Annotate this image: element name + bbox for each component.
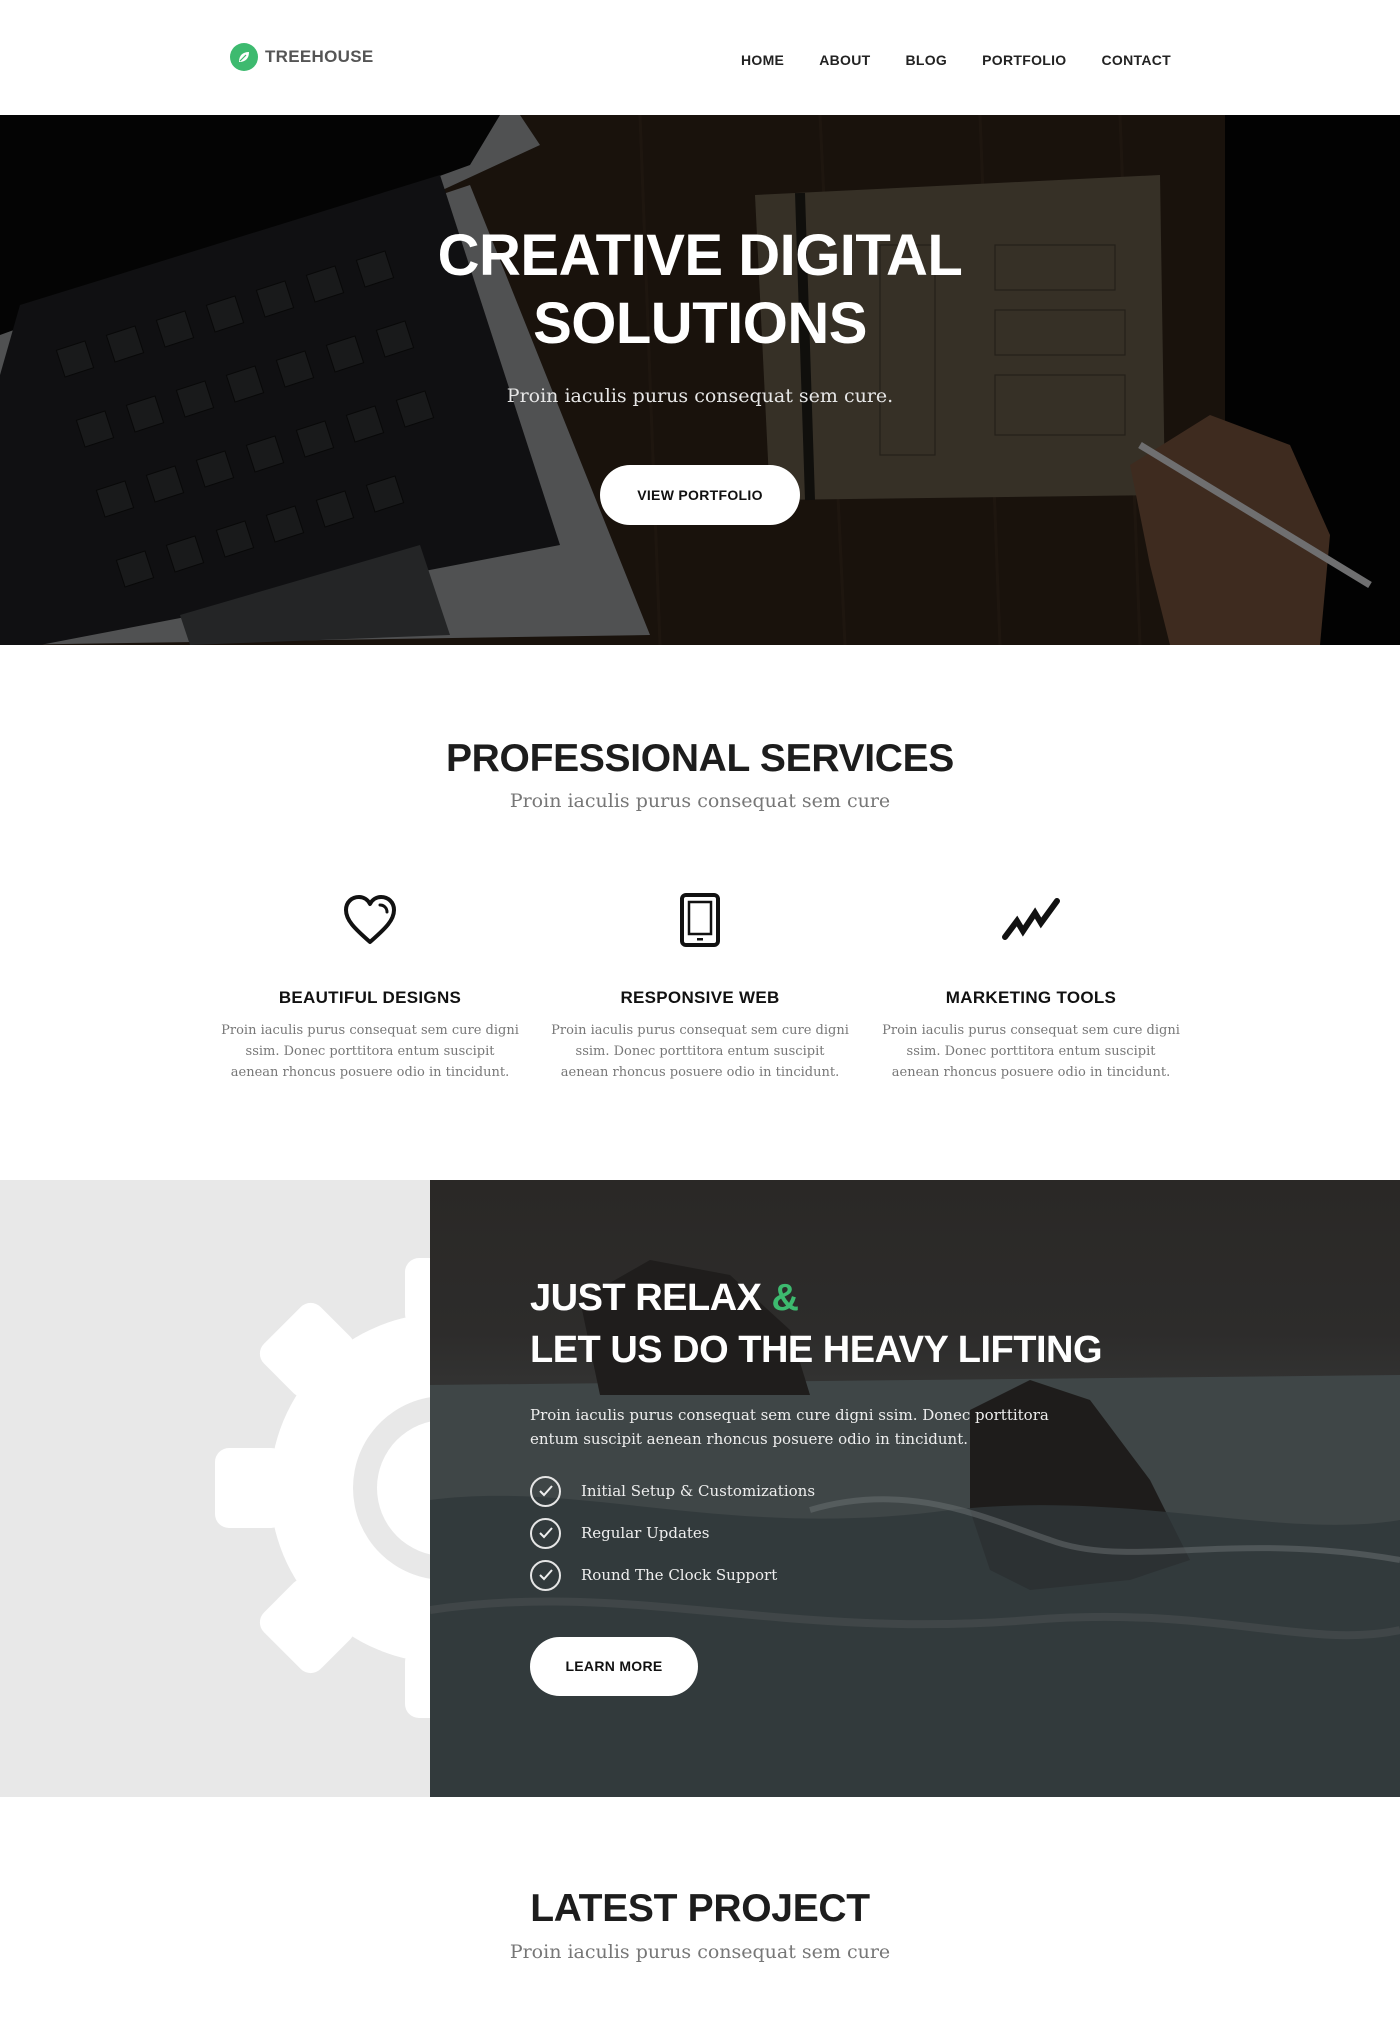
nav-contact[interactable]: CONTACT: [1102, 52, 1172, 68]
hero-subtitle: Proin iaculis purus consequat sem cure.: [506, 385, 894, 407]
check-icon: [530, 1559, 561, 1591]
checklist-item: Regular Updates: [530, 1512, 815, 1554]
latest-project-title: LATEST PROJECT: [530, 1887, 870, 1930]
hero-section: CREATIVE DIGITAL SOLUTIONS Proin iaculis…: [0, 115, 1400, 645]
relax-title-line1: JUST RELAX: [530, 1277, 762, 1319]
brand-name: TREEHOUSE: [265, 47, 374, 66]
checklist-label: Round The Clock Support: [581, 1566, 778, 1584]
service-text: Proin iaculis purus consequat sem cure d…: [882, 1023, 1180, 1080]
checklist-label: Initial Setup & Customizations: [581, 1482, 816, 1500]
check-icon: [530, 1475, 561, 1507]
relax-title-line2: LET US DO THE HEAVY LIFTING: [530, 1329, 1103, 1371]
service-text: Proin iaculis purus consequat sem cure d…: [551, 1023, 849, 1080]
check-icon: [530, 1517, 561, 1549]
checklist-label: Regular Updates: [581, 1524, 710, 1542]
main-nav: HOME ABOUT BLOG PORTFOLIO CONTACT: [706, 52, 1171, 68]
relax-paragraph: Proin iaculis purus consequat sem cure d…: [530, 1406, 1049, 1448]
hero-title: CREATIVE DIGITAL SOLUTIONS: [0, 222, 1400, 358]
services-subtitle: Proin iaculis purus consequat sem cure: [509, 790, 891, 812]
tablet-icon: [550, 890, 850, 950]
service-title: RESPONSIVE WEB: [620, 988, 780, 1007]
relax-side-panel: [0, 1180, 430, 1797]
brand-logo[interactable]: TREEHOUSE: [230, 43, 374, 71]
latest-project-subtitle: Proin iaculis purus consequat sem cure: [509, 1941, 891, 1963]
service-title: MARKETING TOOLS: [945, 988, 1117, 1007]
service-card-designs: BEAUTIFUL DESIGNS Proin iaculis purus co…: [220, 890, 520, 1083]
service-card-marketing: MARKETING TOOLS Proin iaculis purus cons…: [881, 890, 1181, 1083]
relax-title-ampersand: &: [771, 1277, 799, 1319]
feature-checklist: Initial Setup & Customizations Regular U…: [530, 1470, 815, 1596]
leaf-icon: [230, 43, 258, 71]
services-title: PROFESSIONAL SERVICES: [445, 737, 955, 780]
hero-title-line2: SOLUTIONS: [533, 291, 867, 356]
relax-title: JUST RELAX & LET US DO THE HEAVY LIFTING: [530, 1272, 1103, 1376]
hero-title-line1: CREATIVE DIGITAL: [437, 223, 963, 288]
nav-blog[interactable]: BLOG: [905, 52, 947, 68]
service-text: Proin iaculis purus consequat sem cure d…: [221, 1023, 519, 1080]
hero-background-image: [0, 115, 1400, 645]
checklist-item: Initial Setup & Customizations: [530, 1470, 815, 1512]
service-card-responsive: RESPONSIVE WEB Proin iaculis purus conse…: [550, 890, 850, 1083]
nav-portfolio[interactable]: PORTFOLIO: [982, 52, 1066, 68]
learn-more-button[interactable]: LEARN MORE: [530, 1637, 698, 1696]
chart-line-icon: [881, 890, 1181, 950]
heart-icon: [220, 890, 520, 950]
site-header: TREEHOUSE HOME ABOUT BLOG PORTFOLIO CONT…: [0, 0, 1400, 115]
checklist-item: Round The Clock Support: [530, 1554, 815, 1596]
nav-about[interactable]: ABOUT: [819, 52, 870, 68]
service-title: BEAUTIFUL DESIGNS: [278, 988, 462, 1007]
view-portfolio-button[interactable]: VIEW PORTFOLIO: [600, 465, 800, 525]
gear-icon: [215, 1258, 430, 1718]
nav-home[interactable]: HOME: [741, 52, 784, 68]
